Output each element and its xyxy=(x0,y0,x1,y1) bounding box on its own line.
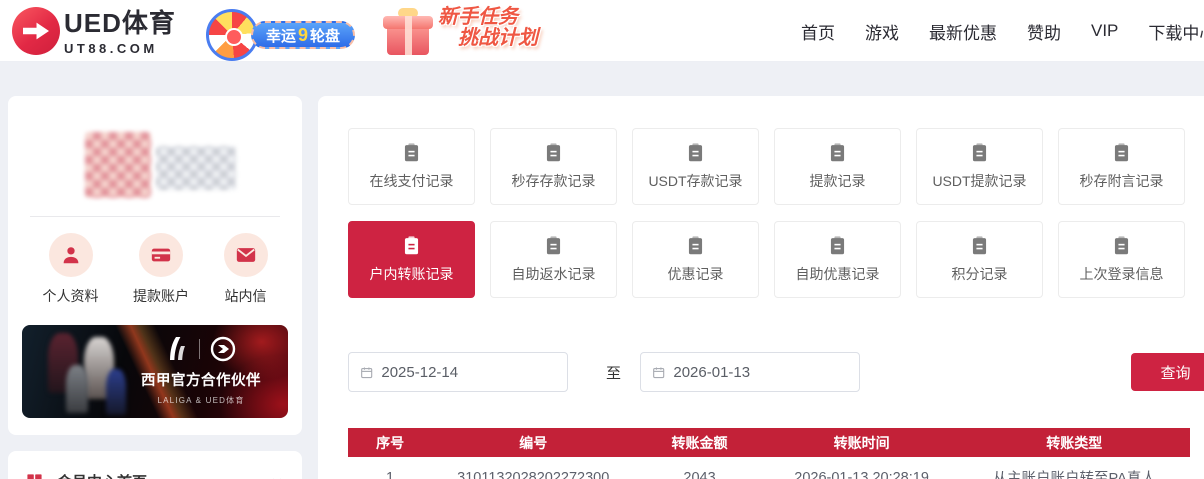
brand-domain: UT88.COM xyxy=(64,41,176,56)
end-date-field[interactable] xyxy=(640,352,860,392)
bank-card-icon xyxy=(139,233,183,277)
avatar xyxy=(85,132,151,198)
shortcut-messages[interactable]: 站内信 xyxy=(224,233,268,306)
nav-sponsor[interactable]: 赞助 xyxy=(1027,19,1061,44)
col-time: 转账时间 xyxy=(765,428,959,457)
username-redacted xyxy=(156,146,236,190)
shortcut-profile[interactable]: 个人资料 xyxy=(43,233,99,306)
cell-type: 从主账户账户转至PA真人 xyxy=(958,457,1190,479)
banner-title: 西甲官方合作伙伴 xyxy=(122,369,280,390)
user-icon xyxy=(49,233,93,277)
laliga-partner-banner[interactable]: 西甲官方合作伙伴 LALIGA & UED体育 xyxy=(22,325,288,418)
search-button[interactable]: 查询 xyxy=(1131,353,1204,391)
mail-icon xyxy=(224,233,268,277)
calendar-icon xyxy=(652,365,665,380)
promo-highlight: 9 xyxy=(297,25,309,46)
nav-promotions[interactable]: 最新优惠 xyxy=(929,19,997,44)
tab-points-records[interactable]: 积分记录 xyxy=(916,221,1043,298)
transfer-records-table: 序号 编号 转账金额 转账时间 转账类型 1 31011320282022723… xyxy=(348,428,1190,479)
grid-icon xyxy=(26,473,43,479)
col-amount: 转账金额 xyxy=(634,428,765,457)
member-center-menu[interactable]: 会员中心首页 xyxy=(8,451,302,479)
member-center-page: UED体育 UT88.COM 幸运 9 轮盘 新手任务 挑战计划 首页 游戏 最… xyxy=(0,0,1204,479)
tab-online-payment-records[interactable]: 在线支付记录 xyxy=(348,128,475,205)
play-arrow-icon xyxy=(23,21,49,41)
tab-quick-deposit-memo-records[interactable]: 秒存附言记录 xyxy=(1058,128,1185,205)
tab-internal-transfer-records[interactable]: 户内转账记录 xyxy=(348,221,475,298)
profile-card: 个人资料 提款账户 站内信 xyxy=(8,96,302,435)
divider xyxy=(30,216,280,217)
tab-promotion-records[interactable]: 优惠记录 xyxy=(632,221,759,298)
nav-vip[interactable]: VIP xyxy=(1091,21,1118,41)
chevron-down-icon[interactable] xyxy=(270,474,284,479)
col-index: 序号 xyxy=(348,428,432,457)
lucky-wheel-promo[interactable]: 幸运 9 轮盘 xyxy=(251,21,355,49)
tab-self-rebate-records[interactable]: 自助返水记录 xyxy=(490,221,617,298)
brand-logo[interactable] xyxy=(12,7,60,55)
gift-icon[interactable] xyxy=(382,6,434,56)
ued-logo-icon xyxy=(210,336,236,362)
banner-subtitle: LALIGA & UED体育 xyxy=(122,395,280,406)
laliga-logo-icon xyxy=(167,336,189,362)
tab-quick-deposit-records[interactable]: 秒存存款记录 xyxy=(490,128,617,205)
records-panel: 在线支付记录 秒存存款记录 USDT存款记录 提款记录 USDT提款记录 秒存附… xyxy=(318,96,1204,479)
menu-label: 会员中心首页 xyxy=(57,471,147,479)
shortcut-label: 提款账户 xyxy=(133,286,189,306)
promo-prefix: 幸运 xyxy=(266,25,296,46)
main-nav: 首页 游戏 最新优惠 赞助 VIP 下载中心 xyxy=(801,0,1204,62)
record-tabs: 在线支付记录 秒存存款记录 USDT存款记录 提款记录 USDT提款记录 秒存附… xyxy=(348,128,1185,298)
table-row: 1 3101132028202272300 2043 2026-01-13 20… xyxy=(348,457,1190,479)
divider xyxy=(199,339,200,359)
brand-text[interactable]: UED体育 UT88.COM xyxy=(64,9,176,56)
tab-last-login-info[interactable]: 上次登录信息 xyxy=(1058,221,1185,298)
nav-download[interactable]: 下载中心 xyxy=(1148,19,1204,44)
newbie-line1: 新手任务 xyxy=(438,7,538,28)
cell-id: 3101132028202272300 xyxy=(432,457,634,479)
tab-usdt-deposit-records[interactable]: USDT存款记录 xyxy=(632,128,759,205)
brand-title: UED体育 xyxy=(64,9,176,37)
tab-usdt-withdrawal-records[interactable]: USDT提款记录 xyxy=(916,128,1043,205)
shortcut-label: 个人资料 xyxy=(43,286,99,306)
cell-index: 1 xyxy=(348,457,432,479)
end-date-input[interactable] xyxy=(673,364,848,381)
promo-suffix: 轮盘 xyxy=(310,25,340,46)
start-date-input[interactable] xyxy=(381,364,556,381)
tab-withdrawal-records[interactable]: 提款记录 xyxy=(774,128,901,205)
cell-time: 2026-01-13 20:28:19 xyxy=(765,457,959,479)
date-filter: 至 查询 xyxy=(348,352,1190,392)
nav-home[interactable]: 首页 xyxy=(801,19,835,44)
col-id: 编号 xyxy=(432,428,634,457)
cell-amount: 2043 xyxy=(634,457,765,479)
shortcut-withdraw-account[interactable]: 提款账户 xyxy=(133,233,189,306)
top-bar: UED体育 UT88.COM 幸运 9 轮盘 新手任务 挑战计划 首页 游戏 最… xyxy=(0,0,1204,62)
profile-shortcuts: 个人资料 提款账户 站内信 xyxy=(8,233,302,306)
start-date-field[interactable] xyxy=(348,352,568,392)
newbie-task-promo[interactable]: 新手任务 挑战计划 xyxy=(438,7,538,49)
nav-games[interactable]: 游戏 xyxy=(865,19,899,44)
table-header-row: 序号 编号 转账金额 转账时间 转账类型 xyxy=(348,428,1190,457)
date-range-separator: 至 xyxy=(606,362,621,383)
col-type: 转账类型 xyxy=(958,428,1190,457)
calendar-icon xyxy=(360,365,373,380)
newbie-line2: 挑战计划 xyxy=(458,28,538,49)
tab-self-promotion-records[interactable]: 自助优惠记录 xyxy=(774,221,901,298)
shortcut-label: 站内信 xyxy=(225,286,267,306)
